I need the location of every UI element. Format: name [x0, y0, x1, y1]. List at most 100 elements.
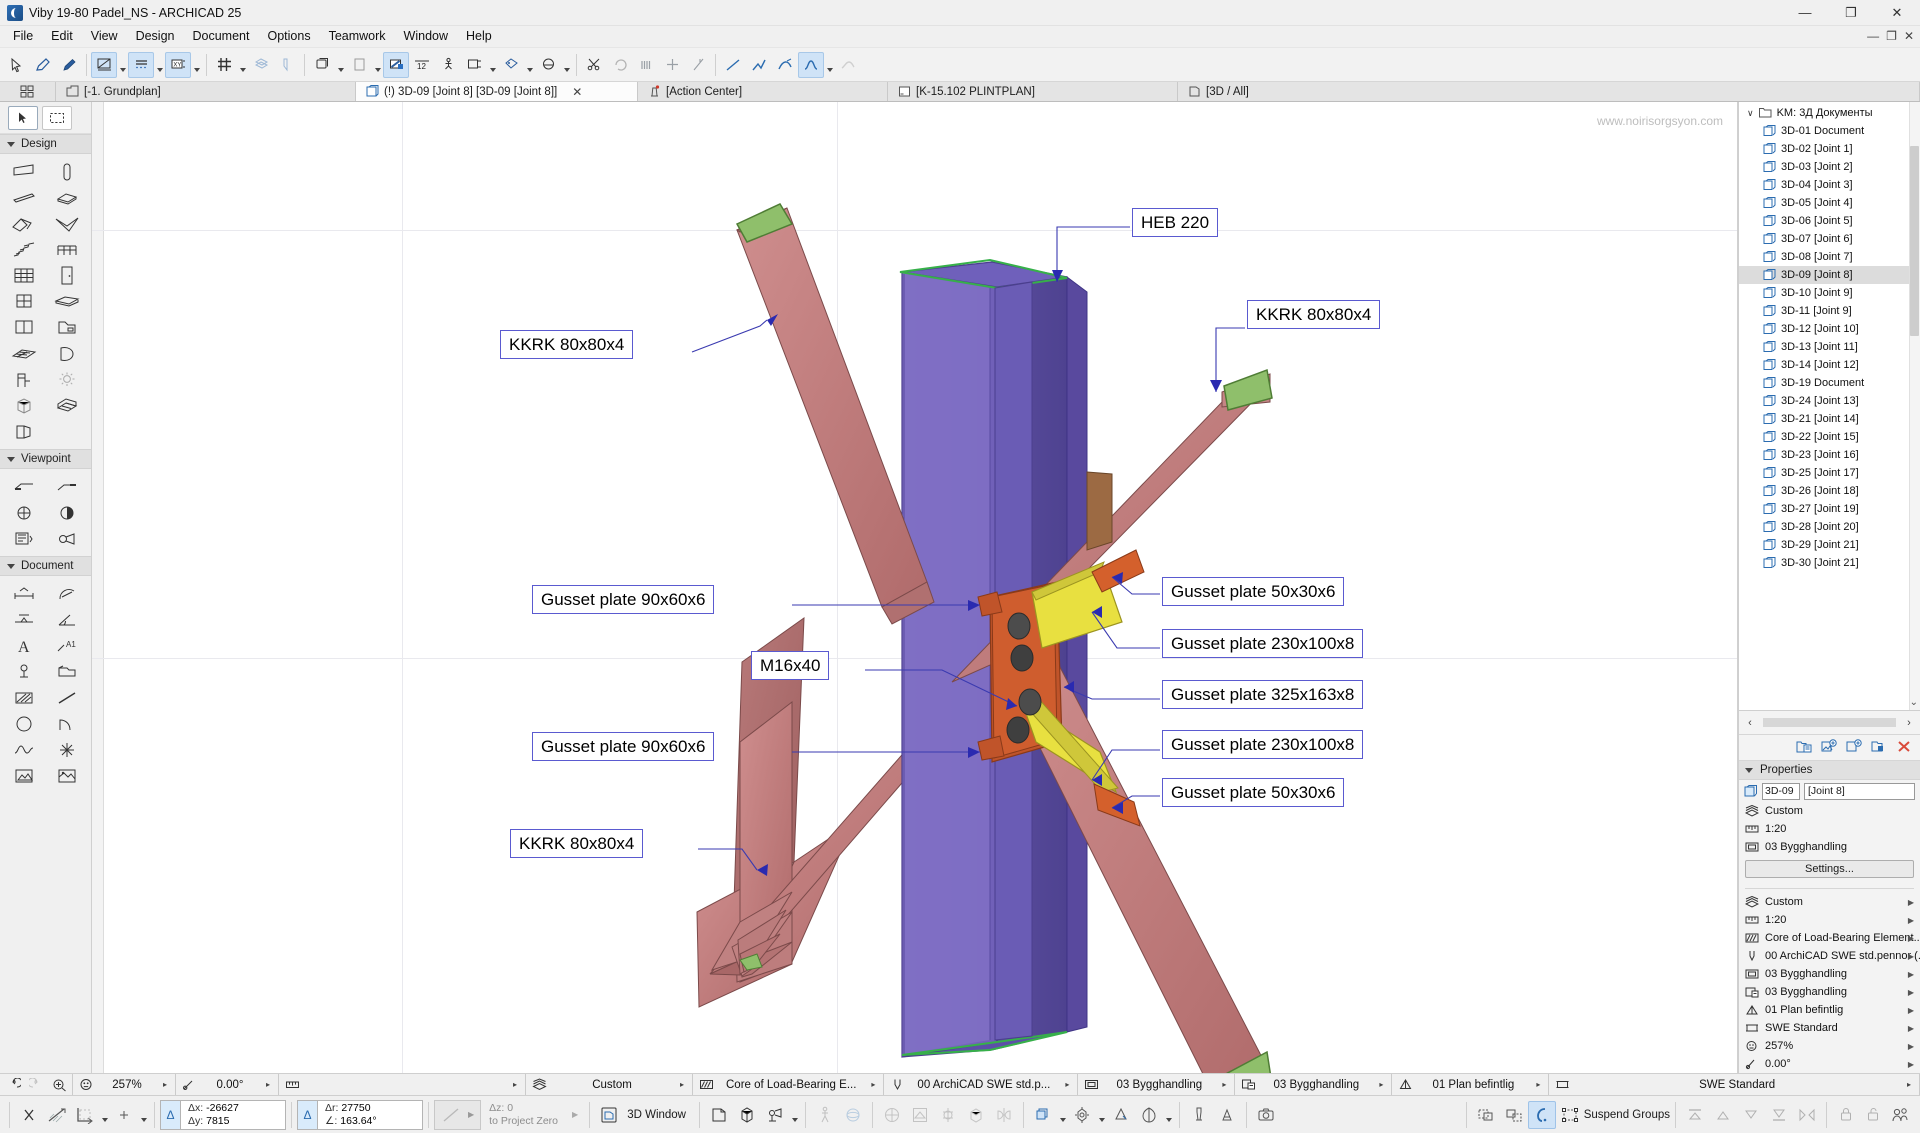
tab-plintplan[interactable]: [K-15.102 PLINTPLAN] — [888, 82, 1178, 101]
tab-3d-09-joint-8[interactable]: (!) 3D-09 [Joint 8] [3D-09 [Joint 8]] ✕ — [356, 82, 638, 101]
grid-snap-dropdown[interactable] — [237, 52, 248, 78]
menu-edit[interactable]: Edit — [42, 26, 82, 47]
status-orientation[interactable]: 0.00° ▸ — [176, 1074, 279, 1095]
drawing-frame-dropdown[interactable] — [487, 52, 498, 78]
chevron-right-icon[interactable]: ▸ — [1902, 1080, 1916, 1089]
arc-tool[interactable] — [47, 712, 88, 735]
doc-minimize-button[interactable]: — — [1867, 29, 1879, 43]
project-zero-dropdown[interactable]: ▶ — [566, 1110, 584, 1119]
id-field[interactable]: 3D-09 — [1762, 782, 1800, 800]
new-layout-icon[interactable] — [1846, 738, 1862, 757]
save-image-icon[interactable] — [1821, 738, 1837, 757]
navigator-item-3d-29[interactable]: 3D-29 [Joint 21] — [1739, 536, 1920, 554]
toolbox-section-document[interactable]: Document — [0, 556, 91, 576]
level-dimension-tool[interactable] — [4, 608, 45, 631]
toolbox-section-viewpoint[interactable]: Viewpoint — [0, 449, 91, 469]
add-node-icon[interactable] — [659, 52, 685, 78]
3d-document-canvas[interactable]: www.noirisorgsyon.com HEB 220 KKRK 80x80… — [92, 102, 1738, 1073]
doc-maximize-button[interactable]: ❐ — [1886, 29, 1897, 43]
window-tool[interactable] — [4, 290, 45, 313]
label-heb-220[interactable]: HEB 220 — [1132, 208, 1219, 237]
delta-r-angle-tracker[interactable]: Δ Δr: 27750 ∠: 163.64° — [297, 1099, 423, 1130]
bring-front-icon[interactable] — [1681, 1101, 1709, 1129]
new-view-icon[interactable] — [1796, 739, 1812, 757]
delta-r-value[interactable]: 27750 — [341, 1102, 370, 1114]
status-layer-combination[interactable]: Custom ▸ — [526, 1074, 693, 1095]
delta-xy-tracker[interactable]: Δ Δx: -26627 Δy: 7815 — [160, 1099, 286, 1130]
chevron-right-icon[interactable]: ▶ — [1908, 934, 1914, 943]
chevron-right-icon[interactable]: ▸ — [866, 1080, 880, 1089]
navigator-scrollbar[interactable] — [1909, 102, 1920, 710]
inject-icon[interactable] — [1185, 1101, 1213, 1129]
detail-tool[interactable] — [4, 527, 45, 550]
navigator-item-3d-09[interactable]: 3D-09 [Joint 8] — [1739, 266, 1920, 284]
snap-guide-icon[interactable] — [91, 51, 117, 78]
dimension-tool[interactable] — [4, 582, 45, 605]
chevron-right-icon[interactable]: ▶ — [1908, 1060, 1914, 1069]
blank-page-dropdown[interactable] — [372, 52, 383, 78]
navigator-item-3d-11[interactable]: 3D-11 [Joint 9] — [1739, 302, 1920, 320]
status-pen-set[interactable]: 00 ArchiCAD SWE std.p... ▸ — [884, 1074, 1079, 1095]
syringe-icon[interactable] — [1213, 1101, 1241, 1129]
drawing-tool[interactable] — [47, 660, 88, 683]
spline-dropdown[interactable] — [824, 52, 835, 78]
elevation-tool[interactable] — [47, 475, 88, 498]
arrow-tool[interactable] — [8, 105, 38, 130]
angle-value[interactable]: 163.64° — [340, 1115, 376, 1127]
label-gusset-50x30x6-lower[interactable]: Gusset plate 50x30x6 — [1162, 778, 1345, 807]
property-graphic-override[interactable]: 03 Bygghandling ▶ — [1739, 983, 1920, 1001]
navigator-item-3d-01[interactable]: 3D-01 Document — [1739, 122, 1920, 140]
status-dimension-style[interactable]: SWE Standard ▸ — [1549, 1074, 1920, 1095]
hatch-balloon-dropdown[interactable] — [561, 52, 572, 78]
label-tool[interactable]: A1 — [47, 634, 88, 657]
chevron-right-icon[interactable]: ▸ — [261, 1080, 275, 1089]
property-layer-combination[interactable]: Custom — [1739, 802, 1920, 820]
properties-header[interactable]: Properties — [1739, 761, 1920, 780]
label-gusset-90x60x6-lower[interactable]: Gusset plate 90x60x6 — [532, 732, 715, 761]
label-gusset-50x30x6-upper[interactable]: Gusset plate 50x30x6 — [1162, 577, 1345, 606]
flip-icon[interactable] — [1793, 1101, 1821, 1129]
section-tool[interactable] — [4, 475, 45, 498]
text-tool[interactable]: A — [4, 634, 45, 657]
scrollbar-thumb[interactable] — [1910, 146, 1919, 336]
tab-grundplan[interactable]: [-1. Grundplan] — [56, 82, 356, 101]
close-icon[interactable]: ✕ — [572, 85, 582, 99]
doc-close-button[interactable]: ✕ — [1904, 29, 1914, 43]
coord-origin-dropdown[interactable] — [99, 1102, 110, 1128]
navigator-item-3d-08[interactable]: 3D-08 [Joint 7] — [1739, 248, 1920, 266]
status-renovation-filter[interactable]: 01 Plan befintlig ▸ — [1392, 1074, 1550, 1095]
navigator-item-3d-24[interactable]: 3D-24 [Joint 13] — [1739, 392, 1920, 410]
select-arrow-icon[interactable] — [4, 52, 30, 78]
navigator-item-3d-21[interactable]: 3D-21 [Joint 14] — [1739, 410, 1920, 428]
camera-tool[interactable] — [47, 527, 88, 550]
undo-arc-icon[interactable] — [607, 52, 633, 78]
spline-icon[interactable] — [798, 51, 824, 78]
label-kkrk-top-right[interactable]: KKRK 80x80x4 — [1247, 300, 1381, 329]
snap-point-dropdown[interactable] — [138, 1102, 149, 1128]
property-layer-combination-2[interactable]: Custom ▶ — [1739, 893, 1920, 911]
chevron-right-icon[interactable]: ▶ — [1908, 1042, 1914, 1051]
ungroup-icon[interactable] — [1500, 1101, 1528, 1129]
property-pen-set[interactable]: 00 ArchiCAD SWE std.pennor (... ▶ — [1739, 947, 1920, 965]
stair-tool[interactable] — [4, 238, 45, 261]
label-kkrk-top-left[interactable]: KKRK 80x80x4 — [500, 330, 634, 359]
label-gusset-230x100x8-lower[interactable]: Gusset plate 230x100x8 — [1162, 730, 1364, 759]
pencil-alt-icon[interactable] — [56, 52, 82, 78]
mirror-icon[interactable] — [990, 1101, 1018, 1129]
tab-action-center[interactable]: [Action Center] — [638, 82, 888, 101]
figure-tool[interactable] — [4, 764, 45, 787]
3d-settings-icon[interactable] — [1068, 1101, 1096, 1129]
navigator-folder-row[interactable]: ∨ KM: 3Д Документы ⌃ — [1739, 104, 1920, 122]
dashed-line-icon[interactable] — [128, 51, 154, 78]
prev-pane-button[interactable]: ‹ — [1743, 717, 1757, 729]
angle-dimension-tool[interactable] — [47, 608, 88, 631]
chevron-right-icon[interactable]: ▸ — [1217, 1080, 1231, 1089]
drawing-placement-tool[interactable] — [47, 764, 88, 787]
navigator-item-3d-30[interactable]: 3D-30 [Joint 21] — [1739, 554, 1920, 572]
guide-line-icon[interactable] — [43, 1101, 71, 1129]
navigator-item-3d-03[interactable]: 3D-03 [Joint 2] — [1739, 158, 1920, 176]
stair-object-tool[interactable] — [4, 368, 45, 391]
menu-options[interactable]: Options — [258, 26, 319, 47]
hatch-balloon-icon[interactable] — [535, 52, 561, 78]
grid-tool[interactable] — [47, 394, 88, 417]
